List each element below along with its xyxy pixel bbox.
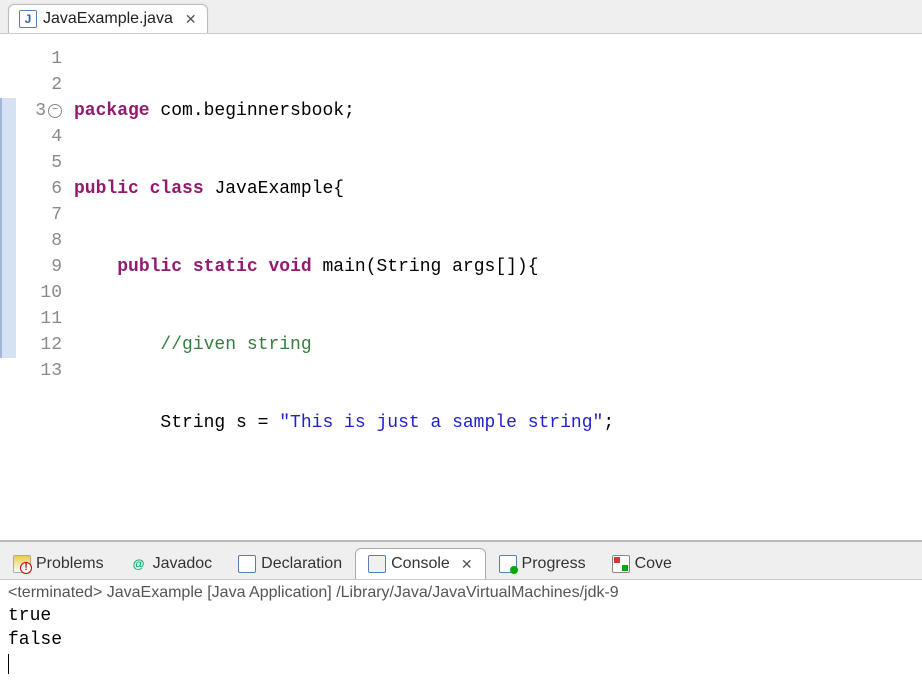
tab-label: Console	[391, 555, 450, 573]
java-file-icon: J	[19, 10, 37, 28]
fold-icon[interactable]: −	[48, 104, 62, 118]
tab-label: Javadoc	[153, 555, 213, 573]
code-content[interactable]: package com.beginnersbook; public class …	[68, 46, 744, 540]
close-icon[interactable]: ✕	[185, 11, 197, 28]
bottom-tab-bar: Problems @ Javadoc Declaration Console ✕…	[0, 540, 922, 579]
tab-label: Progress	[522, 555, 586, 573]
tab-javadoc[interactable]: @ Javadoc	[117, 548, 226, 579]
line-number-gutter: 1 2 3− 4 5 6 7 8 9 10 11 12 13	[16, 46, 68, 540]
tab-problems[interactable]: Problems	[0, 548, 117, 579]
console-icon	[368, 555, 386, 573]
console-view: <terminated> JavaExample [Java Applicati…	[0, 579, 922, 680]
console-header: <terminated> JavaExample [Java Applicati…	[8, 584, 914, 604]
problems-icon	[13, 555, 31, 573]
tab-label: Problems	[36, 555, 104, 573]
tab-progress[interactable]: Progress	[486, 548, 599, 579]
coverage-icon	[612, 555, 630, 573]
tab-coverage[interactable]: Cove	[599, 548, 685, 579]
tab-label: Cove	[635, 555, 672, 573]
tab-console[interactable]: Console ✕	[355, 548, 485, 579]
tab-label: Declaration	[261, 555, 342, 573]
tab-declaration[interactable]: Declaration	[225, 548, 355, 579]
close-icon[interactable]: ✕	[461, 556, 473, 573]
progress-icon	[499, 555, 517, 573]
javadoc-icon: @	[130, 555, 148, 573]
console-cursor	[8, 654, 9, 674]
annotation-ruler	[0, 46, 16, 540]
code-editor[interactable]: 1 2 3− 4 5 6 7 8 9 10 11 12 13 package c…	[0, 34, 922, 540]
editor-tab-filename: JavaExample.java	[43, 10, 173, 28]
declaration-icon	[238, 555, 256, 573]
console-output[interactable]: true false	[8, 604, 914, 676]
editor-tab-javaexample[interactable]: J JavaExample.java ✕	[8, 4, 208, 33]
editor-tab-bar: J JavaExample.java ✕	[0, 0, 922, 34]
